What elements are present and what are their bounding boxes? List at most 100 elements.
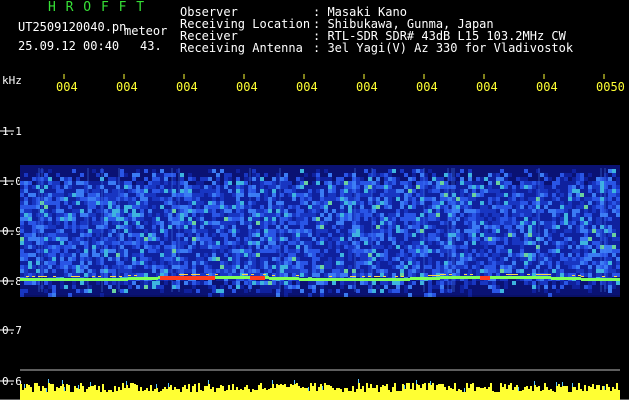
- noise-cell: [60, 229, 64, 233]
- noise-cell: [540, 257, 544, 261]
- noise-cell: [520, 221, 524, 225]
- noise-cell: [508, 289, 512, 293]
- noise-cell: [584, 269, 588, 273]
- noise-cell: [104, 185, 108, 189]
- noise-cell: [548, 225, 552, 229]
- noise-cell: [364, 181, 368, 185]
- noise-cell: [428, 237, 432, 241]
- noise-cell: [292, 257, 296, 261]
- noise-cell: [212, 241, 216, 245]
- noise-cell: [556, 197, 560, 201]
- noise-cell: [416, 241, 420, 245]
- noise-cell: [292, 205, 296, 209]
- noise-cell: [588, 169, 592, 173]
- noise-cell: [284, 209, 288, 213]
- noise-cell: [132, 209, 136, 213]
- noise-cell: [236, 213, 240, 217]
- noise-cell: [476, 201, 480, 205]
- noise-cell: [532, 205, 536, 209]
- noise-cell: [460, 229, 464, 233]
- noise-cell: [608, 289, 612, 293]
- noise-cell: [436, 269, 440, 273]
- noise-cell: [404, 201, 408, 205]
- noise-cell: [560, 217, 564, 221]
- noise-cell: [296, 289, 300, 293]
- noise-cell: [492, 261, 496, 265]
- noise-cell: [580, 185, 584, 189]
- noise-cell: [372, 293, 376, 297]
- noise-cell: [476, 289, 480, 293]
- noise-cell: [20, 293, 24, 297]
- noise-cell: [200, 237, 204, 241]
- noise-cell: [488, 213, 492, 217]
- noise-cell: [216, 193, 220, 197]
- noise-cell: [584, 241, 588, 245]
- noise-cell: [212, 233, 216, 237]
- noise-cell: [532, 285, 536, 289]
- noise-cell: [200, 293, 204, 297]
- noise-cell: [376, 293, 380, 297]
- noise-cell: [584, 189, 588, 193]
- noise-cell: [476, 293, 480, 297]
- noise-cell: [268, 181, 272, 185]
- noise-cell: [288, 273, 292, 277]
- noise-cell: [404, 193, 408, 197]
- noise-cell: [612, 193, 616, 197]
- noise-cell: [204, 185, 208, 189]
- noise-cell: [348, 257, 352, 261]
- noise-cell: [80, 169, 84, 173]
- noise-cell: [404, 177, 408, 181]
- noise-cell: [508, 257, 512, 261]
- noise-cell: [212, 285, 216, 289]
- noise-cell: [56, 245, 60, 249]
- noise-cell: [272, 213, 276, 217]
- noise-cell: [28, 229, 32, 233]
- noise-cell: [336, 265, 340, 269]
- noise-cell: [196, 213, 200, 217]
- noise-cell: [440, 189, 444, 193]
- noise-cell: [92, 257, 96, 261]
- noise-cell: [156, 241, 160, 245]
- noise-cell: [580, 213, 584, 217]
- noise-cell: [124, 289, 128, 293]
- noise-cell: [612, 217, 616, 221]
- noise-cell: [296, 177, 300, 181]
- noise-cell: [28, 245, 32, 249]
- noise-cell: [404, 205, 408, 209]
- noise-cell: [200, 233, 204, 237]
- noise-cell: [412, 253, 416, 257]
- noise-cell: [544, 185, 548, 189]
- noise-cell: [296, 249, 300, 253]
- noise-cell: [544, 261, 548, 265]
- noise-cell: [568, 249, 572, 253]
- noise-cell: [432, 177, 436, 181]
- noise-cell: [28, 265, 32, 269]
- noise-cell: [92, 225, 96, 229]
- noise-cell: [500, 245, 504, 249]
- noise-cell: [508, 181, 512, 185]
- noise-cell: [380, 189, 384, 193]
- noise-cell: [188, 173, 192, 177]
- noise-cell: [264, 249, 268, 253]
- noise-cell: [292, 229, 296, 233]
- noise-cell: [356, 237, 360, 241]
- noise-cell: [508, 165, 512, 169]
- noise-cell: [164, 233, 168, 237]
- noise-cell: [488, 281, 492, 285]
- noise-cell: [348, 169, 352, 173]
- noise-cell: [64, 281, 68, 285]
- noise-cell: [292, 269, 296, 273]
- noise-cell: [576, 285, 580, 289]
- noise-cell: [480, 225, 484, 229]
- noise-cell: [68, 181, 72, 185]
- noise-cell: [340, 189, 344, 193]
- noise-cell: [360, 293, 364, 297]
- noise-cell: [76, 173, 80, 177]
- noise-cell: [208, 205, 212, 209]
- noise-cell: [152, 285, 156, 289]
- noise-cell: [124, 229, 128, 233]
- noise-cell: [272, 289, 276, 293]
- noise-cell: [316, 213, 320, 217]
- noise-cell: [80, 197, 84, 201]
- noise-cell: [180, 233, 184, 237]
